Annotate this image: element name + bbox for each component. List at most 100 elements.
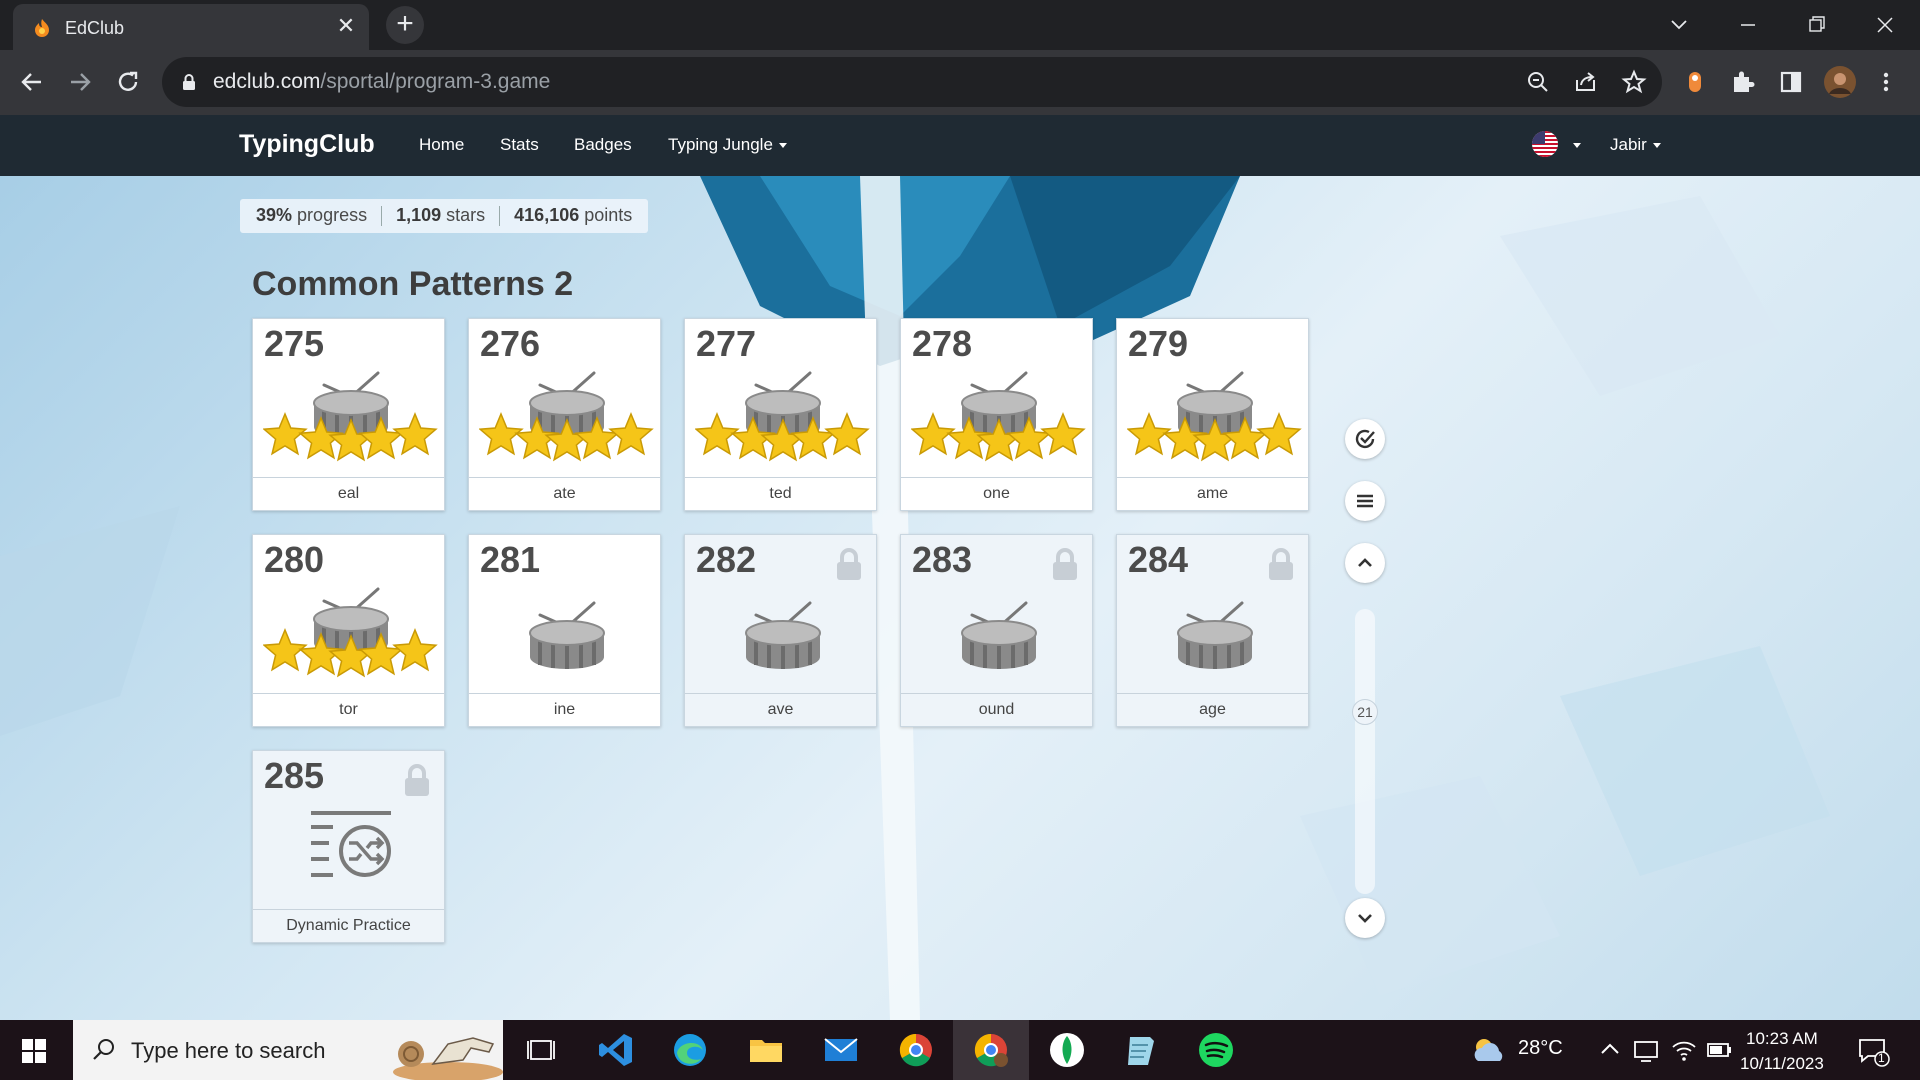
- file-explorer-icon[interactable]: [747, 1031, 785, 1069]
- points-value: 416,106: [514, 205, 580, 225]
- gold-star-icon: [1127, 412, 1172, 456]
- lesson-number: 278: [912, 323, 973, 364]
- nav-stats[interactable]: Stats: [500, 135, 539, 155]
- menu-button[interactable]: [1345, 481, 1385, 521]
- share-icon[interactable]: [1572, 68, 1600, 96]
- chrome-icon[interactable]: [897, 1031, 935, 1069]
- temperature[interactable]: 28°C: [1518, 1037, 1563, 1060]
- gold-star-icon: [608, 412, 654, 456]
- scroll-up-button[interactable]: [1345, 543, 1385, 583]
- star-rating: [695, 412, 870, 462]
- lesson-card-275[interactable]: 275 eal: [252, 318, 445, 511]
- spotify-icon[interactable]: [1197, 1031, 1235, 1069]
- url-text: edclub.com/sportal/program-3.game: [213, 70, 551, 93]
- lesson-card-278[interactable]: 278 one: [900, 318, 1093, 511]
- lesson-number: 281: [480, 539, 541, 580]
- tray-chevron-up-icon[interactable]: [1597, 1031, 1623, 1069]
- lesson-label: ate: [469, 477, 660, 510]
- close-window-icon[interactable]: [1870, 10, 1900, 40]
- tab-search-chevron-icon[interactable]: [1664, 10, 1694, 40]
- star-rating: [263, 412, 438, 462]
- close-tab-icon[interactable]: ✕: [335, 15, 357, 37]
- extensions-puzzle-icon[interactable]: [1729, 68, 1757, 96]
- lesson-card-282[interactable]: 282 ave: [684, 534, 877, 727]
- browser-tabstrip: EdClub ✕ +: [0, 0, 1920, 50]
- lesson-card-281[interactable]: 281 ine: [468, 534, 661, 727]
- shuffle-practice-icon: [311, 811, 391, 877]
- mail-icon[interactable]: [822, 1031, 860, 1069]
- lesson-number: 280: [264, 539, 325, 580]
- scroll-track[interactable]: [1355, 609, 1375, 894]
- back-arrow-icon[interactable]: [14, 64, 50, 100]
- chrome-profile-icon[interactable]: [972, 1031, 1010, 1069]
- vscode-icon[interactable]: [597, 1031, 635, 1069]
- browser-tab[interactable]: EdClub ✕: [13, 4, 369, 50]
- notepad-icon[interactable]: [1122, 1031, 1160, 1069]
- gold-star-icon: [695, 412, 740, 456]
- stars-value: 1,109: [396, 205, 442, 225]
- lesson-map: 39% progress 1,109 stars 416,106 points Co…: [0, 176, 1920, 1020]
- lesson-card-285[interactable]: 285 Dynamic Practice: [252, 750, 445, 943]
- forward-arrow-icon[interactable]: [62, 64, 98, 100]
- nav-home[interactable]: Home: [419, 135, 464, 155]
- brand-logo[interactable]: TypingClub: [239, 130, 375, 159]
- address-bar[interactable]: edclub.com/sportal/program-3.game: [162, 57, 1662, 107]
- gold-star-icon: [574, 416, 620, 460]
- user-menu[interactable]: Jabir: [1610, 135, 1661, 155]
- lesson-card-283[interactable]: 283 ound: [900, 534, 1093, 727]
- kebab-menu-icon[interactable]: [1872, 68, 1900, 96]
- progress-stats: 39% progress 1,109 stars 416,106 points: [240, 199, 649, 233]
- gold-star-icon: [976, 418, 1022, 462]
- lesson-card-277[interactable]: 277 ted: [684, 318, 877, 511]
- progress-value: 39%: [256, 205, 293, 225]
- task-view-icon[interactable]: [522, 1031, 560, 1069]
- extension-icon[interactable]: [1681, 68, 1709, 96]
- lesson-card-284[interactable]: 284 age: [1116, 534, 1309, 727]
- gold-star-icon: [760, 418, 806, 462]
- battery-icon[interactable]: [1705, 1031, 1733, 1069]
- lock-icon: [183, 74, 195, 90]
- lesson-card-276[interactable]: 276 ate: [468, 318, 661, 511]
- system-clock[interactable]: 10:23 AM 10/11/2023: [1740, 1026, 1824, 1076]
- chevron-down-icon: [778, 143, 787, 149]
- weather-cloud-icon[interactable]: [1468, 1031, 1510, 1069]
- gold-star-icon: [263, 412, 308, 456]
- lesson-number: 282: [696, 539, 757, 580]
- scroll-down-button[interactable]: [1345, 898, 1385, 938]
- profile-avatar[interactable]: [1824, 66, 1856, 98]
- gold-star-icon: [1006, 416, 1052, 460]
- drum-icon: [961, 601, 1037, 669]
- reload-icon[interactable]: [110, 64, 146, 100]
- bookmark-star-icon[interactable]: [1620, 68, 1648, 96]
- scroll-position-indicator[interactable]: 21: [1352, 699, 1378, 725]
- gold-star-icon: [824, 412, 870, 456]
- notification-center-button[interactable]: 1: [1856, 1034, 1890, 1068]
- lesson-card-279[interactable]: 279 ame: [1116, 318, 1309, 511]
- minimize-icon[interactable]: [1733, 10, 1763, 40]
- gold-star-icon: [358, 632, 404, 676]
- check-progress-button[interactable]: [1345, 419, 1385, 459]
- restore-icon[interactable]: [1801, 10, 1831, 40]
- mongodb-compass-icon[interactable]: [1048, 1031, 1086, 1069]
- language-chevron-down-icon[interactable]: [1573, 143, 1581, 148]
- lesson-number: 276: [480, 323, 541, 364]
- gold-star-icon: [392, 412, 438, 456]
- nav-typing-jungle[interactable]: Typing Jungle: [668, 135, 787, 155]
- taskbar-search[interactable]: Type here to search: [73, 1020, 503, 1080]
- lesson-card-280[interactable]: 280 tor: [252, 534, 445, 727]
- new-tab-button[interactable]: +: [386, 6, 424, 44]
- drum-icon: [529, 601, 605, 669]
- wifi-icon[interactable]: [1670, 1031, 1698, 1069]
- drum-icon: [1177, 601, 1253, 669]
- side-panel-icon[interactable]: [1777, 68, 1805, 96]
- search-icon: [93, 1039, 114, 1060]
- us-flag-icon[interactable]: [1532, 131, 1558, 157]
- lesson-label: ave: [685, 693, 876, 726]
- lesson-label: ine: [469, 693, 660, 726]
- nav-badges[interactable]: Badges: [574, 135, 632, 155]
- display-icon[interactable]: [1632, 1031, 1660, 1069]
- zoom-icon[interactable]: [1524, 68, 1552, 96]
- windows-start-icon[interactable]: [22, 1039, 46, 1063]
- star-rating: [263, 628, 438, 678]
- edge-icon[interactable]: [671, 1031, 709, 1069]
